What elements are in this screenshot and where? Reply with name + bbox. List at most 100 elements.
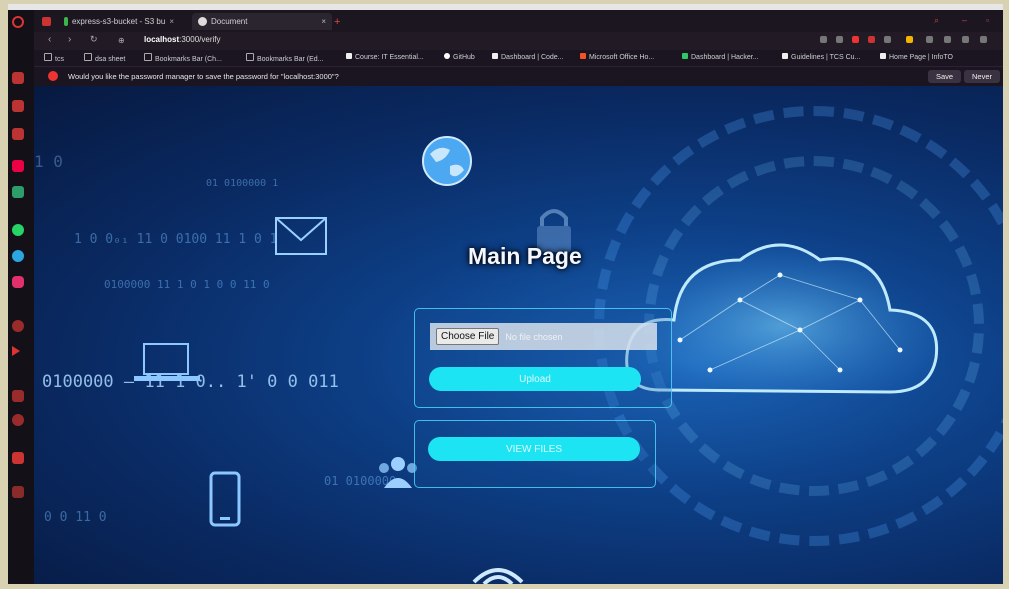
- bookmark-item[interactable]: Dashboard | Code...: [492, 53, 564, 61]
- snapshot-icon[interactable]: [926, 36, 933, 43]
- bookmark-label: GitHub: [453, 54, 475, 61]
- sidebar-chatgpt-icon[interactable]: [12, 186, 24, 198]
- laptop-icon: [134, 343, 200, 381]
- forward-icon[interactable]: ›: [68, 34, 71, 45]
- page-icon: [346, 53, 352, 59]
- sidebar-twitch-icon[interactable]: [12, 100, 24, 112]
- url-path: :3000/verify: [179, 35, 221, 44]
- workspace-icon: [42, 17, 51, 26]
- bookmark-item[interactable]: Bookmarks Bar (Ed...: [246, 53, 324, 63]
- reload-icon[interactable]: ↻: [90, 34, 98, 45]
- bookmark-item[interactable]: Guidelines | TCS Cu...: [782, 53, 860, 61]
- bookmark-label: Bookmarks Bar (Ed...: [257, 56, 324, 63]
- extension-icon[interactable]: [820, 36, 827, 43]
- hackerrank-icon: [682, 53, 688, 59]
- monitor-screen: express-s3-bucket - S3 bu × Document × +…: [8, 4, 1003, 584]
- site-info-icon[interactable]: ⊕: [118, 36, 125, 45]
- sidebar-news-icon[interactable]: [12, 128, 24, 140]
- url-host: localhost: [144, 35, 180, 44]
- bookmark-label: dsa sheet: [95, 56, 126, 63]
- sidebar-telegram-icon[interactable]: [12, 250, 24, 262]
- battery-icon[interactable]: [962, 36, 969, 43]
- sidebar-whatsapp-icon[interactable]: [12, 224, 24, 236]
- adblock-icon[interactable]: [852, 36, 859, 43]
- tab-workspace[interactable]: [42, 13, 51, 30]
- page-title: Main Page: [468, 243, 582, 269]
- bookmark-label: Dashboard | Code...: [501, 54, 564, 61]
- download-icon[interactable]: [944, 36, 951, 43]
- never-button[interactable]: Never: [964, 70, 1001, 83]
- bookmark-item[interactable]: Course: IT Essential...: [346, 53, 424, 61]
- close-icon[interactable]: ×: [321, 17, 326, 26]
- folder-icon: [144, 53, 152, 61]
- new-tab-button[interactable]: +: [334, 13, 340, 30]
- tab-s3-bucket[interactable]: express-s3-bucket - S3 bu ×: [64, 13, 174, 30]
- phone-icon: [209, 471, 241, 527]
- sidebar-pinboard-icon[interactable]: [12, 452, 24, 464]
- view-files-button[interactable]: VIEW FILES: [428, 437, 640, 461]
- envelope-icon: [275, 217, 327, 255]
- sidebar-instagram-icon[interactable]: [12, 276, 24, 288]
- sidebar-settings-icon[interactable]: [12, 486, 24, 498]
- wifi-icon: [472, 568, 524, 584]
- bookmark-label: Dashboard | Hacker...: [691, 54, 759, 61]
- bookmark-label: Microsoft Office Ho...: [589, 54, 655, 61]
- back-icon[interactable]: ‹: [48, 34, 51, 45]
- binary-text: 0 0 11 0: [44, 510, 107, 525]
- sidebar-heart-icon[interactable]: [12, 390, 24, 402]
- key-icon: [48, 71, 58, 81]
- binary-text: 01 0100000 1: [206, 178, 279, 189]
- bookmark-item[interactable]: Microsoft Office Ho...: [580, 53, 654, 61]
- save-button[interactable]: Save: [928, 70, 962, 83]
- folder-icon: [246, 53, 254, 61]
- url-field[interactable]: localhost:3000/verify: [144, 35, 220, 44]
- bookmark-label: Guidelines | TCS Cu...: [791, 54, 861, 61]
- globe-icon: [422, 136, 472, 186]
- upload-button[interactable]: Upload: [429, 367, 641, 391]
- password-prompt-text: Would you like the password manager to s…: [68, 72, 339, 81]
- opera-logo-icon[interactable]: [12, 16, 24, 28]
- upload-form: Choose File No file chosen Upload: [414, 308, 672, 408]
- lock-extension-icon[interactable]: [906, 36, 913, 43]
- sidebar-music-icon[interactable]: [12, 320, 24, 332]
- github-icon: [444, 53, 450, 59]
- file-input[interactable]: Choose File No file chosen: [430, 323, 657, 350]
- sidebar-history-icon[interactable]: [12, 414, 24, 426]
- bookmark-item[interactable]: Bookmarks Bar (Ch...: [144, 53, 222, 63]
- search-tabs-icon[interactable]: ⌕: [934, 15, 939, 26]
- password-manager-bar: Would you like the password manager to s…: [34, 66, 1003, 87]
- s3-favicon-icon: [64, 17, 68, 26]
- bookmark-item[interactable]: tcs: [44, 53, 64, 63]
- no-file-text: No file chosen: [505, 331, 563, 342]
- easy-setup-icon[interactable]: [980, 36, 987, 43]
- bookmark-label: Bookmarks Bar (Ch...: [155, 56, 222, 63]
- maximize-icon[interactable]: ▫: [986, 15, 989, 25]
- page-viewport: 1 0 01 0100000 1 1 0 0₀₁ 11 0 0100 11 1 …: [34, 86, 1003, 584]
- bookmark-item[interactable]: Home Page | InfoTO: [880, 53, 953, 61]
- bookmark-label: Course: IT Essential...: [355, 54, 424, 61]
- tab-label: Document: [211, 17, 248, 26]
- view-files-panel: VIEW FILES: [414, 420, 656, 488]
- heart-icon[interactable]: [884, 36, 891, 43]
- page-icon: [782, 53, 788, 59]
- document-favicon-icon: [198, 17, 207, 26]
- bookmark-item[interactable]: Dashboard | Hacker...: [682, 53, 759, 61]
- sidebar-player-icon[interactable]: [12, 346, 20, 356]
- bookmark-item[interactable]: GitHub: [444, 53, 475, 61]
- minimize-icon[interactable]: –: [962, 15, 967, 25]
- microsoft-icon: [580, 53, 586, 59]
- binary-text: 0100000 11 1 0 1 0 0 11 0: [104, 278, 270, 291]
- choose-file-button[interactable]: Choose File: [436, 328, 500, 345]
- camera-icon[interactable]: [836, 36, 843, 43]
- bookmarks-bar: tcs dsa sheet Bookmarks Bar (Ch... Bookm…: [34, 50, 1003, 66]
- sidebar-shop-icon[interactable]: [12, 72, 24, 84]
- close-icon[interactable]: ×: [169, 17, 174, 26]
- bookmark-item[interactable]: dsa sheet: [84, 53, 125, 63]
- photo-frame: express-s3-bucket - S3 bu × Document × +…: [0, 0, 1009, 589]
- folder-icon: [84, 53, 92, 61]
- tab-document[interactable]: Document ×: [192, 13, 332, 30]
- player-icon[interactable]: [868, 36, 875, 43]
- address-bar-row: ‹ › ↻ ⊕ localhost:3000/verify: [34, 32, 1003, 50]
- tab-label: express-s3-bucket - S3 bu: [71, 17, 166, 26]
- sidebar-aria-icon[interactable]: [12, 160, 24, 172]
